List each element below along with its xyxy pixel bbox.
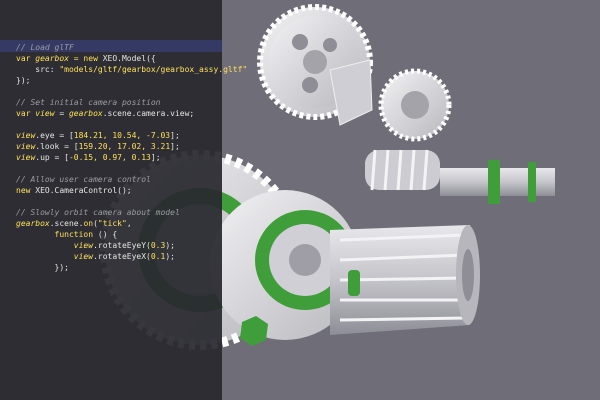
code-token: view	[16, 153, 36, 162]
code-line[interactable]: // Slowly orbit camera about model	[16, 207, 180, 218]
code-token: view	[16, 142, 36, 151]
code-token: () {	[93, 230, 118, 239]
code-token: src:	[16, 65, 60, 74]
gear-right-mid	[378, 68, 452, 142]
code-token: var	[16, 54, 36, 63]
code-line[interactable]: gearbox.scene.on("tick",	[16, 218, 132, 229]
code-token: ];	[150, 153, 161, 162]
code-token: view	[16, 131, 36, 140]
code-token: "models/gltf/gearbox/gearbox_assy.gltf"	[59, 65, 248, 74]
code-token: // Allow user camera control	[16, 175, 151, 184]
code-token: gearbox	[16, 219, 50, 228]
code-token: XEO.CameraControl	[35, 186, 118, 195]
code-line[interactable]: // Load glTF	[16, 42, 74, 53]
code-line[interactable]: var view = gearbox.scene.camera.view;	[16, 108, 194, 119]
code-line[interactable]: new XEO.CameraControl();	[16, 185, 132, 196]
code-token: );	[165, 241, 175, 250]
code-line[interactable]: });	[16, 262, 69, 273]
code-token: "tick"	[97, 219, 127, 228]
code-token: view	[73, 252, 94, 261]
code-line[interactable]: view.rotateEyeY(0.3);	[16, 240, 175, 251]
code-token: var	[16, 109, 36, 118]
worm-spring	[365, 149, 440, 191]
code-token: = new	[68, 54, 103, 63]
code-token: .rotateEyeY(	[93, 241, 151, 250]
code-line[interactable]: // Set initial camera position	[16, 97, 161, 108]
code-editor-panel[interactable]: // Load glTF var gearbox = new XEO.Model(…	[0, 0, 247, 400]
code-token: gearbox	[68, 109, 103, 118]
code-token: -0.15, 0.97, 0.13	[68, 153, 151, 162]
code-token: 0.1	[150, 252, 166, 261]
code-token: =	[54, 109, 69, 118]
code-line[interactable]: view.look = [159.20, 17.02, 3.21];	[16, 141, 180, 152]
code-line[interactable]: view.rotateEyeX(0.1);	[16, 251, 175, 262]
code-token: // Set initial camera position	[16, 98, 161, 107]
code-token: 159.20, 17.02, 3.21	[78, 142, 171, 151]
code-token: .eye = [	[35, 131, 74, 140]
code-line[interactable]: function () {	[16, 229, 118, 240]
code-token: .scene.camera.view;	[102, 109, 195, 118]
code-token: });	[16, 263, 69, 272]
code-token: gearbox	[35, 54, 69, 63]
code-token: ];	[170, 142, 180, 151]
output-shaft-right	[440, 160, 555, 204]
bolt-right	[348, 270, 360, 296]
code-token: view	[73, 241, 94, 250]
code-token: 184.21, 10.54, -7.03	[73, 131, 171, 140]
code-token: // Slowly orbit camera about model	[16, 208, 180, 217]
code-token: 0.3	[150, 241, 166, 250]
code-token: view	[35, 109, 55, 118]
code-line[interactable]: src: "models/gltf/gearbox/gearbox_assy.g…	[16, 64, 247, 75]
code-line[interactable]: var gearbox = new XEO.Model({	[16, 53, 156, 64]
code-line[interactable]: view.eye = [184.21, 10.54, -7.03];	[16, 130, 180, 141]
code-token: XEO.Model	[102, 54, 147, 63]
code-token: ();	[117, 186, 132, 195]
code-token: ];	[170, 131, 180, 140]
code-token: // Load glTF	[16, 43, 74, 52]
code-token: .up = [	[35, 153, 69, 162]
code-token: .rotateEyeX(	[93, 252, 151, 261]
code-token: function	[54, 230, 94, 239]
code-line[interactable]: view.up = [-0.15, 0.97, 0.13];	[16, 152, 161, 163]
code-token: );	[165, 252, 175, 261]
code-token: new	[16, 186, 36, 195]
code-token: ,	[126, 219, 132, 228]
code-token: .look = [	[35, 142, 79, 151]
code-line[interactable]: });	[16, 75, 30, 86]
code-token: ({	[146, 54, 156, 63]
code-token: on	[83, 219, 94, 228]
code-token: });	[16, 76, 31, 85]
code-line[interactable]: // Allow user camera control	[16, 174, 151, 185]
code-token: .scene.	[49, 219, 84, 228]
